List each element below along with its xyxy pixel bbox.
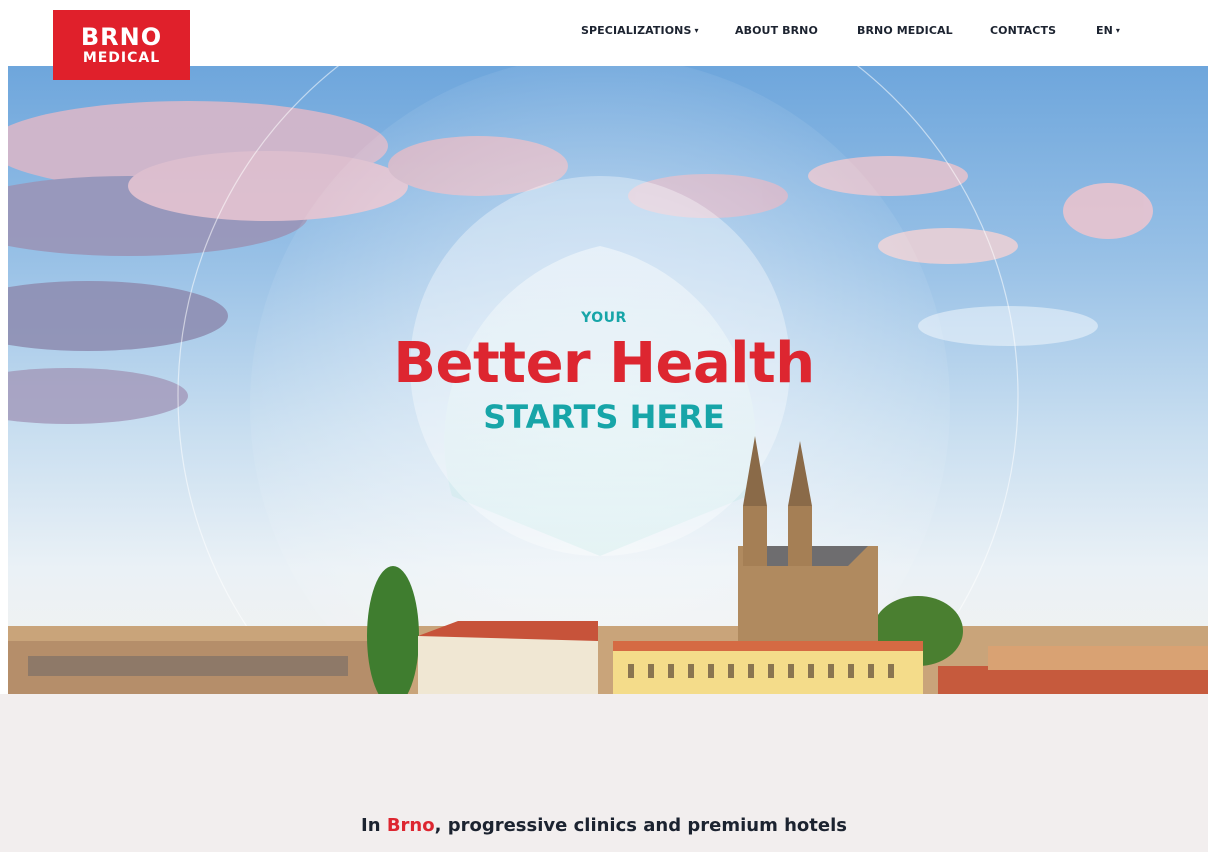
site-header: BRNO MEDICAL SPECIALIZATIONS ▾ ABOUT BRNO… <box>0 0 1208 80</box>
language-selector[interactable]: EN ▾ <box>1096 24 1120 37</box>
logo-text-top: BRNO <box>80 23 163 51</box>
intro-highlight: Brno <box>386 815 435 836</box>
intro-rest: , progressive clinics and premium hotels <box>434 815 847 836</box>
nav-item-brno-medical[interactable]: BRNO MEDICAL <box>857 24 953 37</box>
nav-label: SPECIALIZATIONS <box>581 24 692 37</box>
nav-item-specializations[interactable]: SPECIALIZATIONS ▾ <box>581 24 699 37</box>
nav-item-contacts[interactable]: CONTACTS <box>990 24 1056 37</box>
hero-bottom-curve <box>0 694 1208 740</box>
nav-label: CONTACTS <box>990 24 1057 37</box>
caret-down-icon: ▾ <box>694 26 699 35</box>
caret-down-icon: ▾ <box>1115 26 1121 35</box>
hero-title: Better Health <box>393 331 815 396</box>
brand-logo[interactable]: BRNO MEDICAL <box>53 10 190 80</box>
hero-subtitle: STARTS HERE <box>483 398 725 436</box>
intro-prefix: In <box>361 815 387 836</box>
nav-label: EN <box>1096 24 1113 37</box>
nav-label: BRNO MEDICAL <box>857 24 953 37</box>
hero-headline: YOUR Better Health STARTS HERE <box>0 310 1208 436</box>
nav-label: ABOUT BRNO <box>735 24 818 37</box>
hero-kicker: YOUR <box>581 310 627 326</box>
logo-text-bottom: MEDICAL <box>82 50 161 66</box>
intro-text: In Brno, progressive clinics and premium… <box>0 815 1208 836</box>
nav-item-about-brno[interactable]: ABOUT BRNO <box>735 24 818 37</box>
